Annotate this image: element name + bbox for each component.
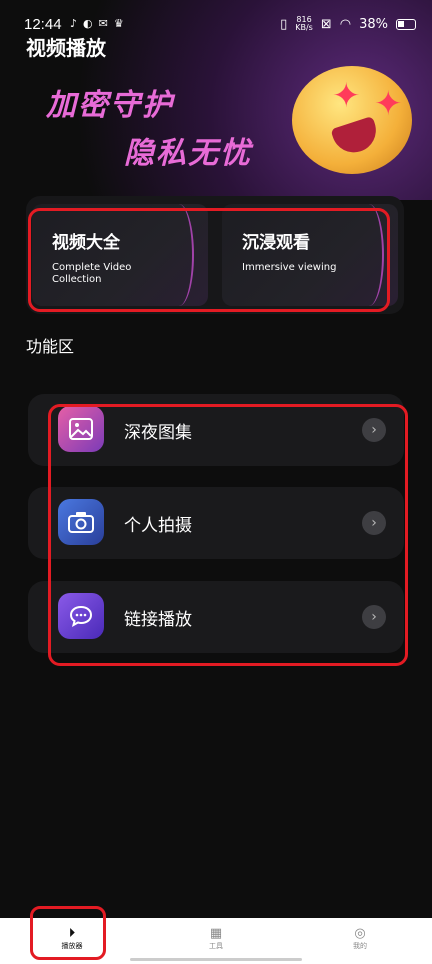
chevron-right-icon[interactable]: › (362, 605, 386, 629)
mail-icon: ✉ (98, 17, 108, 30)
tab-player[interactable]: ⏵ 播放器 (42, 926, 102, 951)
chevron-right-icon[interactable]: › (362, 511, 386, 535)
vibrate-icon: ▯ (280, 16, 288, 32)
net-speed: 816 KB/s (295, 16, 313, 32)
status-time: 12:44 (24, 16, 62, 33)
sim-icon: ⊠ (320, 16, 332, 32)
wifi-icon: ◠ (339, 16, 352, 32)
user-icon: ◎ (354, 926, 366, 941)
grid-icon: ▦ (209, 926, 223, 941)
function-item-personal-shoot[interactable]: 个人拍摄 › (28, 487, 404, 559)
camera-icon (58, 499, 104, 545)
function-label: 深夜图集 (124, 423, 192, 443)
battery-percent: 38% (359, 16, 388, 32)
function-item-night-gallery[interactable]: 深夜图集 › (28, 394, 404, 466)
star-eyes-emoji-icon: ✦ ✦ (292, 66, 412, 174)
immersive-viewing-card[interactable]: 沉浸观看 Immersive viewing (222, 204, 398, 306)
tab-mine[interactable]: ◎ 我的 (330, 926, 390, 951)
feature-cards: 视频大全 Complete Video Collection 沉浸观看 Imme… (26, 196, 404, 314)
home-indicator (130, 958, 302, 961)
function-label: 链接播放 (124, 610, 192, 630)
card-title: 沉浸观看 (242, 233, 310, 253)
card-subtitle: Complete Video Collection (52, 262, 132, 285)
net-speed-unit: KB/s (295, 23, 313, 32)
card-title: 视频大全 (52, 233, 120, 253)
function-item-link-play[interactable]: 链接播放 › (28, 581, 404, 653)
tab-label: 工具 (209, 942, 223, 950)
notification-icons: ♪ ◐ ✉ ♛ (70, 17, 124, 30)
slogan-line-1: 加密守护 (46, 88, 174, 123)
status-right: ▯ 816 KB/s ⊠ ◠ 38% (280, 16, 416, 32)
video-collection-card[interactable]: 视频大全 Complete Video Collection (32, 204, 208, 306)
battery-icon (396, 18, 416, 30)
image-icon (58, 406, 104, 452)
crown-icon: ♛ (113, 17, 124, 30)
section-title: 功能区 (26, 337, 75, 356)
tab-tools[interactable]: ▦ 工具 (186, 926, 246, 951)
card-subtitle: Immersive viewing (242, 262, 337, 273)
app-icon: ◐ (83, 17, 93, 30)
tab-label: 我的 (353, 942, 367, 950)
function-label: 个人拍摄 (124, 516, 192, 536)
play-icon: ⏵ (68, 926, 76, 941)
tab-label: 播放器 (61, 942, 83, 950)
chat-bubble-icon (58, 593, 104, 639)
chevron-right-icon[interactable]: › (362, 418, 386, 442)
tiktok-icon: ♪ (70, 17, 78, 30)
status-bar: 12:44 ♪ ◐ ✉ ♛ ▯ 816 KB/s ⊠ ◠ 38% (0, 0, 432, 36)
page-title: 视频播放 (26, 36, 106, 60)
slogan-line-2: 隐私无忧 (124, 136, 252, 171)
